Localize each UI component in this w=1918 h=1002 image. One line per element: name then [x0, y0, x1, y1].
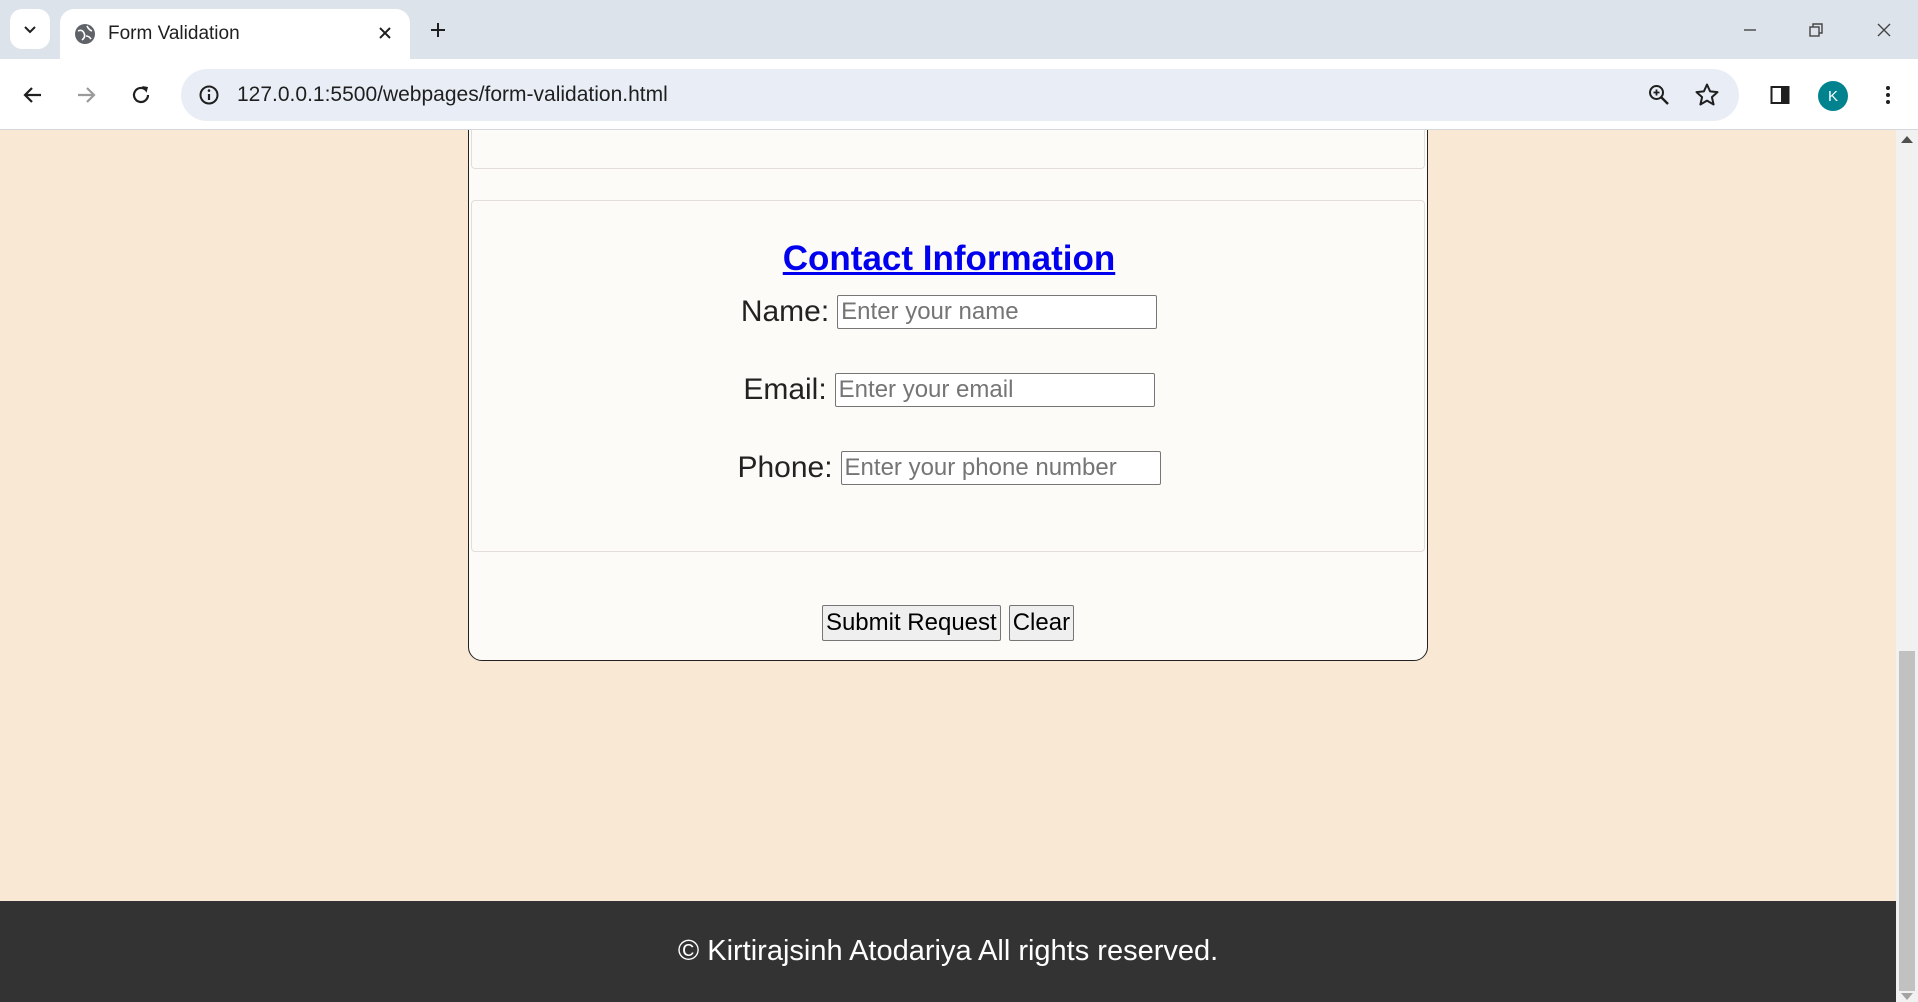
chevron-down-icon — [24, 26, 36, 34]
tab-title: Form Validation — [108, 23, 240, 44]
zoom-icon — [1649, 85, 1669, 105]
plus-icon — [431, 23, 445, 37]
arrow-left-icon — [23, 87, 41, 103]
phone-input[interactable] — [840, 451, 1161, 485]
previous-fieldset — [471, 130, 1425, 169]
side-panel-icon — [1770, 86, 1790, 104]
back-button[interactable] — [13, 75, 53, 115]
submit-request-button[interactable]: Submit Request — [821, 605, 1001, 641]
globe-icon — [75, 24, 95, 44]
contact-legend-link[interactable]: Contact Information — [783, 239, 1115, 278]
form-card: Contact Information Name: Email: Phone: … — [468, 130, 1428, 661]
reload-button[interactable] — [121, 75, 161, 115]
scroll-up-arrow-icon[interactable] — [1901, 136, 1913, 143]
profile-avatar[interactable]: K — [1818, 81, 1848, 111]
copyright-text: © Kirtirajsinh Atodariya All rights rese… — [677, 935, 1219, 967]
arrow-right-icon — [78, 87, 96, 103]
bookmark-button[interactable] — [1689, 77, 1725, 113]
phone-label: Phone: — [737, 451, 833, 484]
side-panel-button[interactable] — [1760, 75, 1800, 115]
more-vertical-icon — [1886, 86, 1890, 104]
page-scrollbar[interactable] — [1896, 130, 1918, 1002]
close-icon — [379, 27, 391, 39]
email-label: Email: — [743, 373, 827, 406]
clear-button[interactable]: Clear — [1008, 605, 1075, 641]
new-tab-button[interactable] — [422, 14, 454, 46]
page-footer: © Kirtirajsinh Atodariya All rights rese… — [0, 901, 1896, 1002]
forward-button[interactable] — [66, 75, 106, 115]
info-icon — [199, 85, 219, 105]
form-actions: Submit Request Clear — [469, 605, 1427, 641]
browser-toolbar: 127.0.0.1:5500/webpages/form-validation.… — [0, 59, 1918, 130]
contact-legend: Contact Information — [472, 239, 1426, 279]
browser-menu-button[interactable] — [1868, 75, 1908, 115]
phone-row: Phone: — [472, 451, 1426, 485]
star-icon — [1695, 83, 1719, 106]
name-row: Name: — [472, 295, 1426, 329]
active-tab[interactable]: Form Validation — [60, 9, 410, 59]
scroll-down-arrow-icon[interactable] — [1901, 993, 1913, 1000]
email-row: Email: — [472, 373, 1426, 407]
minimize-icon — [1744, 29, 1756, 31]
restore-icon — [1809, 23, 1823, 37]
restore-button[interactable] — [1788, 8, 1844, 52]
close-tab-button[interactable] — [372, 20, 398, 46]
name-label: Name: — [740, 295, 830, 328]
email-input[interactable] — [834, 373, 1155, 407]
page-viewport: Contact Information Name: Email: Phone: … — [0, 130, 1896, 1002]
zoom-button[interactable] — [1641, 77, 1677, 113]
close-window-button[interactable] — [1856, 8, 1912, 52]
scroll-thumb[interactable] — [1899, 651, 1915, 991]
url-text: 127.0.0.1:5500/webpages/form-validation.… — [237, 83, 668, 106]
reload-icon — [132, 86, 150, 104]
close-icon — [1877, 23, 1891, 37]
site-info-button[interactable] — [191, 77, 227, 113]
tab-search-button[interactable] — [10, 9, 50, 49]
tab-strip: Form Validation — [0, 0, 1918, 59]
minimize-button[interactable] — [1722, 8, 1778, 52]
address-bar[interactable]: 127.0.0.1:5500/webpages/form-validation.… — [181, 69, 1739, 121]
name-input[interactable] — [837, 295, 1158, 329]
contact-fieldset: Contact Information Name: Email: Phone: — [471, 200, 1425, 552]
